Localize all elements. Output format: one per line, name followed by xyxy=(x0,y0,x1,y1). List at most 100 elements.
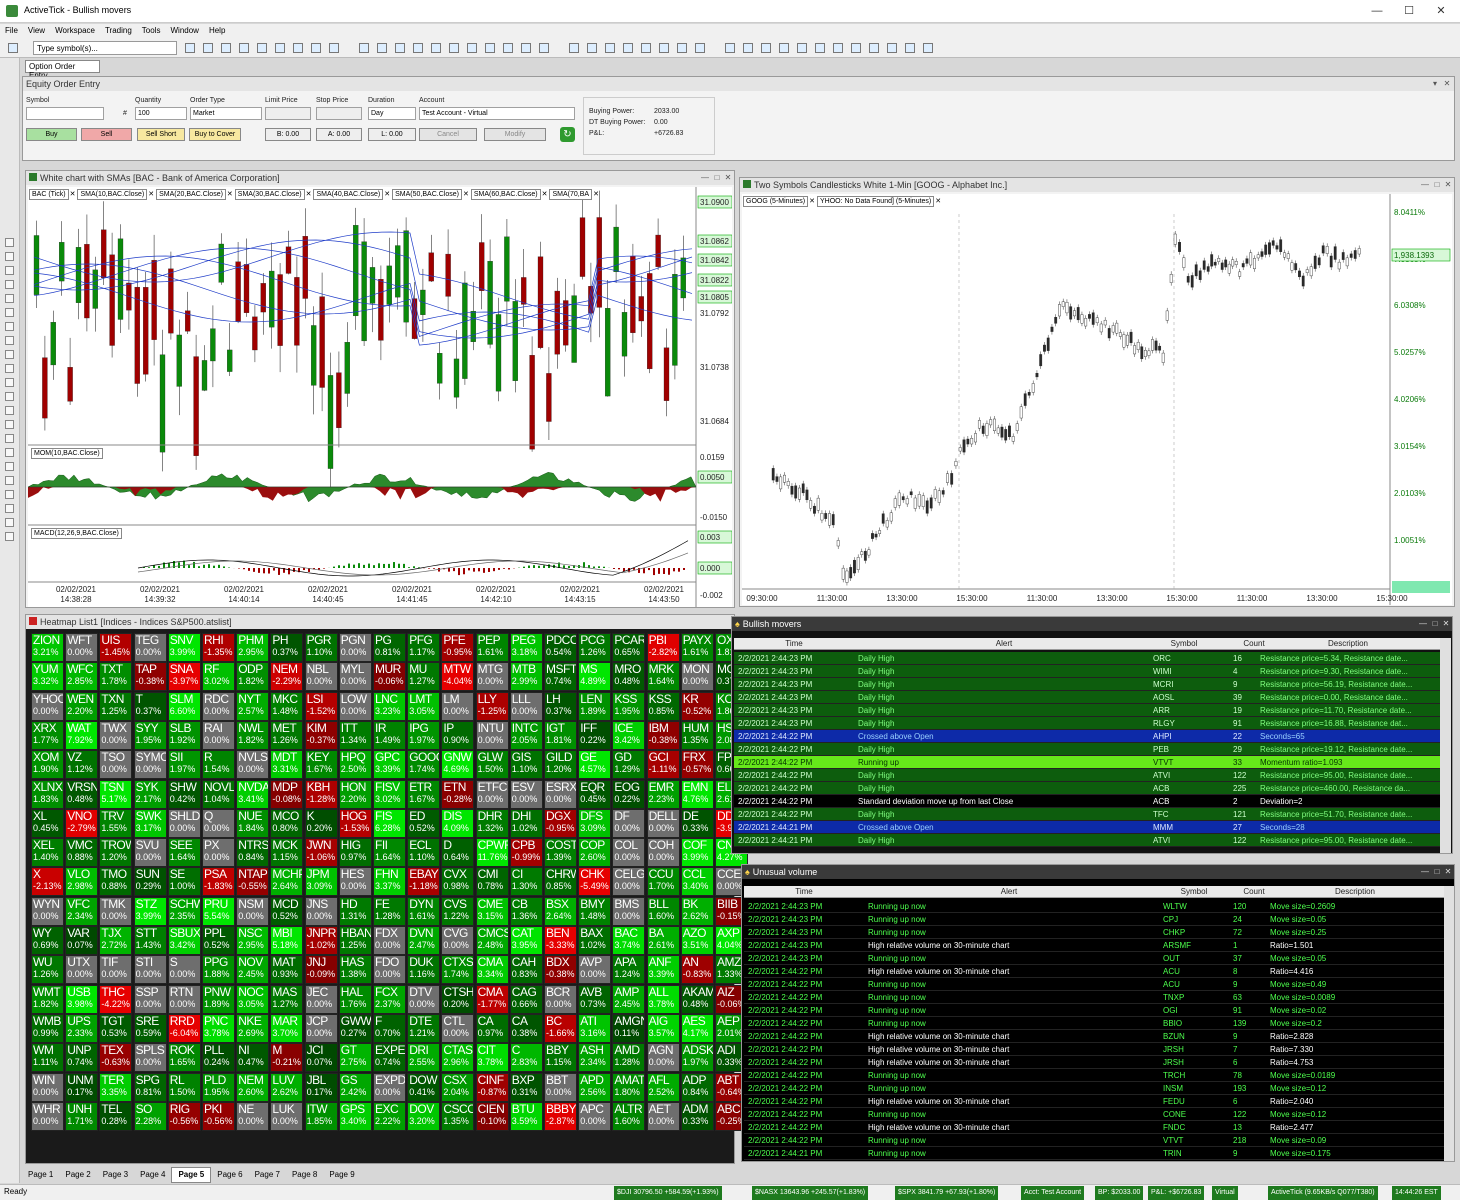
heatmap-cell[interactable]: CTAS 2.96% xyxy=(441,1043,475,1073)
heatmap-cell[interactable]: PSA -1.83% xyxy=(202,867,235,897)
heatmap-cell[interactable]: ROK 1.65% xyxy=(167,1043,201,1073)
new-window-icon[interactable] xyxy=(8,43,18,53)
heatmap-cell[interactable]: MTB 2.99% xyxy=(509,662,543,692)
heatmap-cell[interactable]: BMS 0.00% xyxy=(612,896,646,926)
heatmap-cell[interactable]: UTX 0.00% xyxy=(65,955,99,985)
heatmap-cell[interactable]: GIS 1.10% xyxy=(509,750,543,780)
macd-tag[interactable]: MACD(12,26,9,BAC.Close) xyxy=(31,528,122,539)
heatmap-cell[interactable]: NVLS 0.00% xyxy=(236,750,270,780)
heatmap-cell[interactable]: NVDA 3.41% xyxy=(236,779,270,809)
drawing-tool-icon[interactable] xyxy=(5,532,14,541)
heatmap-cell[interactable]: GOOG1.74% xyxy=(407,750,441,780)
heatmap-cell[interactable]: CHRW0.85% xyxy=(544,867,577,897)
heatmap-cell[interactable]: HD 1.31% xyxy=(338,896,372,926)
heatmap-cell[interactable]: DE 0.33% xyxy=(680,808,714,838)
heatmap-cell[interactable]: BBT 0.00% xyxy=(544,1072,577,1102)
heatmap-cell[interactable]: STT 1.43% xyxy=(133,926,167,955)
heatmap-cell[interactable]: EOG 0.22% xyxy=(612,779,646,809)
toolbar-button-icon[interactable] xyxy=(587,43,597,53)
heatmap-cell[interactable]: VRSN 0.48% xyxy=(65,779,99,809)
remove-indicator-icon[interactable]: ✕ xyxy=(227,191,233,198)
toolbar-button-icon[interactable] xyxy=(641,43,651,53)
drawing-tool-icon[interactable] xyxy=(5,476,14,485)
heatmap-cell[interactable]: LLY -1.25% xyxy=(475,691,509,721)
heatmap-cell[interactable]: MYL 0.00% xyxy=(338,662,372,692)
heatmap-cell[interactable]: ODP 1.82% xyxy=(236,662,270,692)
heatmap-cell[interactable]: FISV 3.02% xyxy=(373,779,406,809)
toolbar-button-icon[interactable] xyxy=(761,43,771,53)
heatmap-cell[interactable]: WIN 0.00% xyxy=(31,1072,64,1102)
heatmap-cell[interactable]: DHI 1.02% xyxy=(509,808,543,838)
heatmap-cell[interactable]: SLM 6.60% xyxy=(167,691,201,721)
toolbar-button-icon[interactable] xyxy=(797,43,807,53)
heatmap-cell[interactable]: TSN 5.17% xyxy=(99,779,133,809)
toolbar-button-icon[interactable] xyxy=(467,43,477,53)
heatmap-cell[interactable]: PGR 1.10% xyxy=(304,633,338,662)
page-tab[interactable]: Page 7 xyxy=(249,1168,286,1182)
heatmap-cell[interactable]: MRK 1.64% xyxy=(646,662,680,692)
remove-indicator-icon[interactable]: ✕ xyxy=(384,191,390,198)
heatmap-cell[interactable]: AET 0.00% xyxy=(646,1101,680,1131)
close-panel-icon[interactable]: ✕ xyxy=(723,171,733,185)
heatmap-cell[interactable]: BEN -3.33% xyxy=(544,926,577,955)
heatmap-cell[interactable]: SNA -3.97% xyxy=(167,662,201,692)
heatmap-cell[interactable]: TMK 0.00% xyxy=(99,896,133,926)
heatmap-cell[interactable]: PH 0.37% xyxy=(270,633,304,662)
order-type-select[interactable]: Market xyxy=(190,107,262,120)
table-row[interactable]: 2/2/2021 2:44:22 PM Running up now OGI 91 Mo… xyxy=(744,1004,1444,1017)
heatmap-cell[interactable]: S 0.00% xyxy=(167,955,201,985)
heatmap-cell[interactable]: MAS 1.27% xyxy=(270,984,304,1014)
heatmap-cell[interactable]: MRO 0.48% xyxy=(612,662,646,692)
heatmap-cell[interactable]: K 0.20% xyxy=(304,808,338,838)
heatmap-cell[interactable]: WMB 0.99% xyxy=(31,1013,64,1043)
remove-symbol-icon[interactable]: ✕ xyxy=(809,198,815,205)
heatmap-cell[interactable]: PCG 1.26% xyxy=(578,633,612,662)
heatmap-cell[interactable]: MAT 0.93% xyxy=(270,955,304,985)
toolbar-button-icon[interactable] xyxy=(677,43,687,53)
heatmap-cell[interactable]: CVG 0.00% xyxy=(441,926,475,955)
heatmap-cell[interactable]: CTL 0.00% xyxy=(441,1013,475,1043)
heatmap-cell[interactable]: TXT 1.78% xyxy=(99,662,133,692)
drawing-tool-icon[interactable] xyxy=(5,308,14,317)
heatmap-cell[interactable]: RRD -6.04% xyxy=(167,1013,201,1043)
heatmap-cell[interactable]: KIM -0.37% xyxy=(304,720,338,750)
drawing-tool-icon[interactable] xyxy=(5,364,14,373)
toolbar-button-icon[interactable] xyxy=(275,43,285,53)
symbol-tag[interactable]: YHOO: No Data Found] (5-Minutes) xyxy=(817,196,935,207)
heatmap-cell[interactable]: IBM -0.38% xyxy=(646,720,680,750)
page-tab[interactable]: Page 6 xyxy=(211,1168,248,1182)
column-header-time[interactable]: Time xyxy=(734,639,854,648)
table-row[interactable]: 2/2/2021 2:44:22 PM High relative volume … xyxy=(744,1030,1444,1043)
menu-file[interactable]: File xyxy=(0,24,23,38)
heatmap-cell[interactable]: BXP 0.31% xyxy=(509,1072,543,1102)
tab-option-order-entry[interactable]: Option Order Entry xyxy=(25,60,100,80)
table-row[interactable]: 2/2/2021 2:44:21 PM Crossed above Open MMM… xyxy=(734,821,1440,834)
heatmap-cell[interactable]: RF 3.02% xyxy=(202,662,235,692)
drawing-tool-icon[interactable] xyxy=(5,448,14,457)
heatmap-cell[interactable]: D 0.64% xyxy=(441,838,475,868)
drawing-tool-icon[interactable] xyxy=(5,518,14,527)
table-row[interactable]: 2/2/2021 2:44:23 PM Daily High RLGY 91 Resis… xyxy=(734,717,1440,730)
heatmap-cell[interactable]: DTV 0.00% xyxy=(407,984,441,1014)
heatmap-cell[interactable]: PDCO 0.54% xyxy=(544,633,577,662)
heatmap-cell[interactable]: JNPR -1.02% xyxy=(304,926,338,955)
heatmap-cell[interactable]: APC 0.00% xyxy=(578,1101,612,1131)
table-row[interactable]: 2/2/2021 2:44:22 PM Standard deviation mo… xyxy=(734,795,1440,808)
heatmap-cell[interactable]: DOV 3.20% xyxy=(407,1101,441,1131)
heatmap-cell[interactable]: LMT 3.05% xyxy=(407,691,441,721)
heatmap-cell[interactable]: VZ 1.12% xyxy=(65,750,99,780)
heatmap-cell[interactable]: JCP 0.00% xyxy=(304,1013,338,1043)
heatmap-cell[interactable]: PFE -0.95% xyxy=(441,633,475,662)
heatmap-cell[interactable]: STZ 3.99% xyxy=(133,896,167,926)
close-panel-icon[interactable]: ✕ xyxy=(1443,865,1453,879)
heatmap-cell[interactable]: MCD 0.52% xyxy=(270,896,304,926)
heatmap-cell[interactable]: ADM 0.33% xyxy=(680,1101,714,1131)
heatmap-cell[interactable]: BA 2.61% xyxy=(646,926,680,955)
heatmap-cell[interactable]: AMP 2.45% xyxy=(612,984,646,1014)
page-tab[interactable]: Page 5 xyxy=(171,1167,212,1183)
heatmap-cell[interactable]: NWL 1.82% xyxy=(236,720,270,750)
toolbar-button-icon[interactable] xyxy=(923,43,933,53)
drawing-tool-icon[interactable] xyxy=(5,252,14,261)
heatmap-cell[interactable]: FDO 0.00% xyxy=(373,955,406,985)
table-row[interactable]: 2/2/2021 2:44:22 PM Daily High TFC 121 Resis… xyxy=(734,808,1440,821)
